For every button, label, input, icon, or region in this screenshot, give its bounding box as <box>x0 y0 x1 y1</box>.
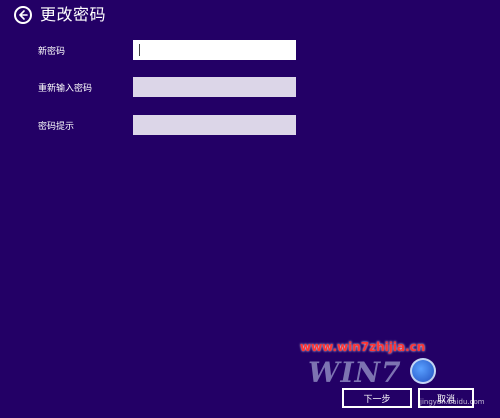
password-hint-label: 密码提示 <box>38 121 75 132</box>
new-password-row: 新密码 <box>38 40 298 60</box>
new-password-label: 新密码 <box>38 46 66 57</box>
password-hint-field[interactable] <box>133 115 296 135</box>
windows-logo-icon <box>410 358 436 384</box>
text-caret <box>139 44 140 56</box>
watermark-logo: WIN7 <box>308 356 402 389</box>
confirm-password-field[interactable] <box>133 77 296 97</box>
watermark-baidu: jingyan.baidu.com <box>420 398 485 406</box>
new-password-field[interactable] <box>133 40 296 60</box>
password-hint-row: 密码提示 <box>38 115 298 135</box>
watermark-url: www.win7zhijia.cn <box>300 340 426 354</box>
page-header: 更改密码 <box>14 6 106 24</box>
confirm-password-label: 重新输入密码 <box>38 83 93 94</box>
next-button[interactable]: 下一步 <box>342 388 412 408</box>
back-button[interactable] <box>14 6 32 24</box>
back-arrow-icon <box>19 10 28 20</box>
confirm-password-row: 重新输入密码 <box>38 77 298 97</box>
page-title: 更改密码 <box>40 5 107 24</box>
